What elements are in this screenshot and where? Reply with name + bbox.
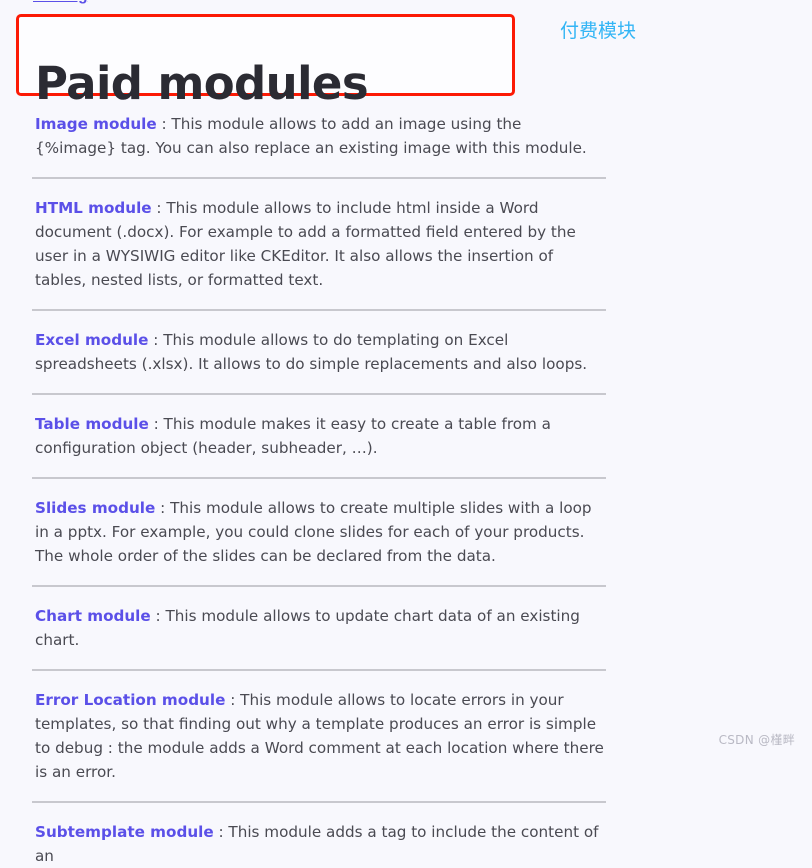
module-paragraph: Excel module : This module allows to do …	[0, 320, 812, 376]
module-list: Image module : This module allows to add…	[0, 104, 812, 868]
module-entry: Subtemplate module : This module adds a …	[0, 812, 812, 868]
module-link[interactable]: Excel module	[35, 331, 148, 349]
module-colon: :	[148, 331, 164, 349]
module-link[interactable]: Error Location module	[35, 691, 225, 709]
module-colon: :	[148, 415, 164, 433]
module-entry: Image module : This module allows to add…	[0, 104, 812, 160]
module-colon: :	[155, 499, 171, 517]
module-link[interactable]: Table module	[35, 415, 149, 433]
module-colon: :	[225, 691, 241, 709]
watermark: CSDN @槿畔	[718, 733, 795, 747]
page-root: Testing Paid modules 付费模块 Image module :…	[0, 0, 812, 865]
module-divider	[32, 393, 606, 395]
module-divider	[32, 801, 606, 803]
module-colon: :	[156, 115, 172, 133]
module-paragraph: HTML module : This module allows to incl…	[0, 188, 812, 292]
module-link[interactable]: Chart module	[35, 607, 151, 625]
module-link[interactable]: Subtemplate module	[35, 823, 214, 841]
chinese-annotation-label: 付费模块	[560, 20, 637, 42]
module-colon: :	[150, 607, 166, 625]
module-paragraph: Chart module : This module allows to upd…	[0, 596, 812, 652]
module-entry: Excel module : This module allows to do …	[0, 320, 812, 376]
module-colon: :	[151, 199, 167, 217]
breadcrumb-link-cutoff[interactable]: Testing	[33, 0, 88, 5]
module-paragraph: Table module : This module makes it easy…	[0, 404, 812, 460]
module-entry: HTML module : This module allows to incl…	[0, 188, 812, 292]
module-paragraph: Error Location module : This module allo…	[0, 680, 812, 784]
module-paragraph: Image module : This module allows to add…	[0, 104, 812, 160]
module-paragraph: Slides module : This module allows to cr…	[0, 488, 812, 568]
module-entry: Slides module : This module allows to cr…	[0, 488, 812, 568]
module-entry: Error Location module : This module allo…	[0, 680, 812, 784]
module-divider	[32, 585, 606, 587]
module-link[interactable]: Slides module	[35, 499, 155, 517]
module-entry: Table module : This module makes it easy…	[0, 404, 812, 460]
module-divider	[32, 309, 606, 311]
module-paragraph: Subtemplate module : This module adds a …	[0, 812, 812, 868]
module-entry: Chart module : This module allows to upd…	[0, 596, 812, 652]
module-link[interactable]: Image module	[35, 115, 157, 133]
module-divider	[32, 177, 606, 179]
module-colon: :	[213, 823, 229, 841]
module-divider	[32, 477, 606, 479]
module-link[interactable]: HTML module	[35, 199, 152, 217]
module-divider	[32, 669, 606, 671]
